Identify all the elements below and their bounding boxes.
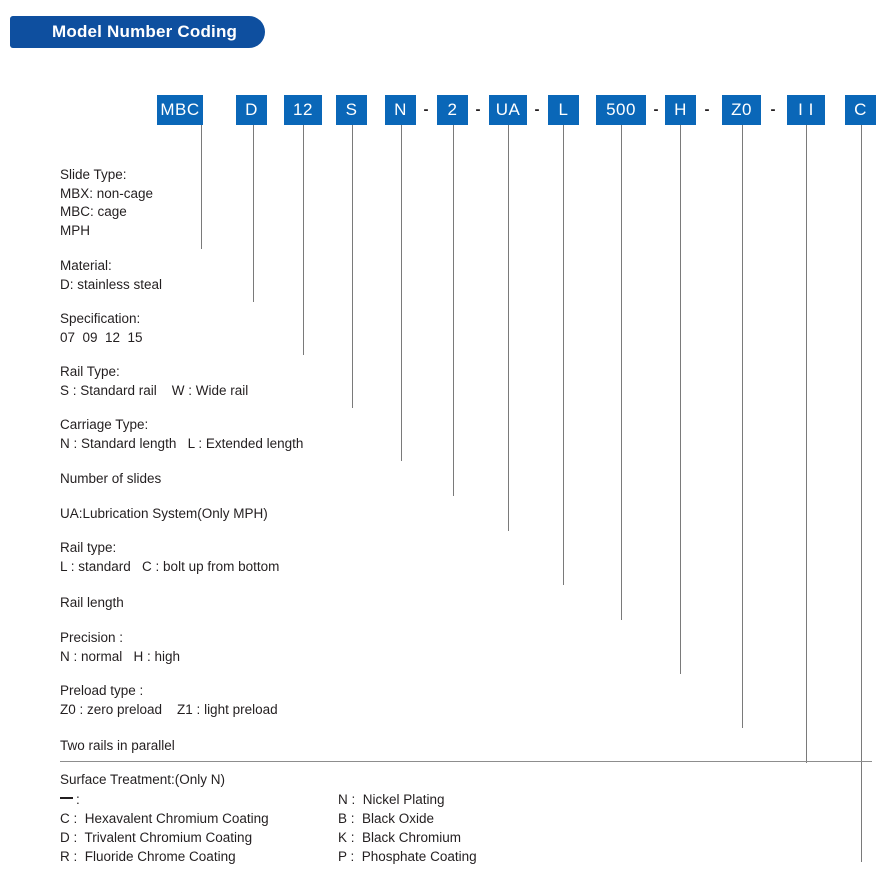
legend-line: Rail type: <box>60 539 279 558</box>
legend-line: S : Standard rail W : Wide rail <box>60 382 248 401</box>
code-box-d: D <box>236 95 267 125</box>
leader-line-slide-type <box>201 125 202 249</box>
page-title-badge: Model Number Coding <box>10 16 265 48</box>
legend-line: Rail Type: <box>60 363 248 382</box>
leader-line-rail-length <box>621 125 622 620</box>
legend-row-carriage-type: Carriage Type:N : Standard length L : Ex… <box>60 416 303 453</box>
code-separator-dash: - <box>471 95 485 125</box>
leader-line-rail-type <box>352 125 353 408</box>
surface-treatment-left-label: Fluoride Chrome Coating <box>85 849 236 864</box>
surface-treatment-table: :N : Nickel PlatingC : Hexavalent Chromi… <box>60 790 477 866</box>
leader-line-carriage-type <box>401 125 402 461</box>
code-box-n: N <box>385 95 416 125</box>
code-box-2: 2 <box>437 95 468 125</box>
surface-treatment-left-label: Hexavalent Chromium Coating <box>85 811 269 826</box>
code-separator-dash: - <box>419 95 433 125</box>
code-separator-dash: - <box>766 95 780 125</box>
code-separator-dash: - <box>649 95 663 125</box>
leader-line-surface-treatment <box>861 125 862 862</box>
legend-row-rail-type: Rail Type:S : Standard rail W : Wide rai… <box>60 363 248 400</box>
surface-treatment-left-sep: : <box>76 792 80 807</box>
legend-row-number-of-slides: Number of slides <box>60 470 161 489</box>
legend-line: MBC: cage <box>60 203 153 222</box>
leader-line-precision <box>680 125 681 674</box>
legend-line: Precision : <box>60 629 180 648</box>
legend-line: Preload type : <box>60 682 278 701</box>
surface-treatment-row: D : Trivalent Chromium CoatingK : Black … <box>60 828 477 847</box>
legend-line: N : Standard length L : Extended length <box>60 435 303 454</box>
legend-line: Number of slides <box>60 470 161 489</box>
surface-treatment-right: P : Phosphate Coating <box>338 847 477 866</box>
surface-treatment-left-code: D : <box>60 830 85 845</box>
surface-treatment-row: : N : Nickel Plating <box>60 790 477 809</box>
surface-treatment-left-label: Trivalent Chromium Coating <box>85 830 253 845</box>
surface-treatment-left: C : Hexavalent Chromium Coating <box>60 809 338 828</box>
code-box-mbc: MBC <box>157 95 203 125</box>
legend-line: MPH <box>60 222 153 241</box>
surface-treatment-left: : <box>60 790 338 809</box>
page-title: Model Number Coding <box>52 22 237 42</box>
code-box-500: 500 <box>596 95 646 125</box>
code-separator-dash: - <box>700 95 714 125</box>
surface-treatment-left-code: R : <box>60 849 85 864</box>
legend-line: Two rails in parallel <box>60 737 175 756</box>
code-box-l: L <box>548 95 579 125</box>
legend-row-preload-type: Preload type :Z0 : zero preload Z1 : lig… <box>60 682 278 719</box>
legend-row-material: Material:D: stainless steal <box>60 257 162 294</box>
surface-treatment-left: R : Fluoride Chrome Coating <box>60 847 338 866</box>
surface-treatment-row: C : Hexavalent Chromium CoatingB : Black… <box>60 809 477 828</box>
code-box-ua: UA <box>489 95 527 125</box>
leader-line-lubrication-system <box>508 125 509 531</box>
legend-line: D: stainless steal <box>60 276 162 295</box>
legend-row-lubrication-system: UA:Lubrication System(Only MPH) <box>60 505 268 524</box>
code-box-ii: I I <box>787 95 825 125</box>
code-separator-dash: - <box>530 95 544 125</box>
legend-line: MBX: non-cage <box>60 185 153 204</box>
code-box-h: H <box>665 95 696 125</box>
legend-row-rail-type-2: Rail type:L : standard C : bolt up from … <box>60 539 279 576</box>
surface-treatment-right: N : Nickel Plating <box>338 790 445 809</box>
legend-row-rail-length: Rail length <box>60 594 124 613</box>
legend-row-specification: Specification:07 09 12 15 <box>60 310 143 347</box>
code-box-s: S <box>336 95 367 125</box>
legend-line: 07 09 12 15 <box>60 329 143 348</box>
legend-line: Slide Type: <box>60 166 153 185</box>
legend-line: Carriage Type: <box>60 416 303 435</box>
legend-row-surface-treatment: Surface Treatment:(Only N): N : Nickel Pl… <box>60 771 477 866</box>
legend-line: Specification: <box>60 310 143 329</box>
model-number-coding-diagram: Model Number Coding MBCD12SN-2-UA-L500-H… <box>0 0 878 873</box>
legend-line: N : normal H : high <box>60 648 180 667</box>
legend-rule-surface-treatment-top <box>60 761 872 762</box>
legend-row-precision: Precision :N : normal H : high <box>60 629 180 666</box>
legend-line: Z0 : zero preload Z1 : light preload <box>60 701 278 720</box>
surface-treatment-heading: Surface Treatment:(Only N) <box>60 771 477 790</box>
leader-line-number-of-slides <box>453 125 454 496</box>
surface-treatment-right: K : Black Chromium <box>338 828 461 847</box>
leader-line-rail-type-2 <box>563 125 564 585</box>
surface-treatment-left-code: C : <box>60 811 85 826</box>
surface-treatment-right: B : Black Oxide <box>338 809 434 828</box>
legend-row-slide-type: Slide Type:MBX: non-cageMBC: cageMPH <box>60 166 153 240</box>
leader-line-material <box>253 125 254 302</box>
code-box-z0: Z0 <box>722 95 761 125</box>
leader-line-two-rails-in-parallel <box>806 125 807 763</box>
legend-row-two-rails-in-parallel: Two rails in parallel <box>60 737 175 756</box>
legend-line: L : standard C : bolt up from bottom <box>60 558 279 577</box>
legend-line: UA:Lubrication System(Only MPH) <box>60 505 268 524</box>
leader-line-specification <box>303 125 304 355</box>
surface-treatment-left: D : Trivalent Chromium Coating <box>60 828 338 847</box>
legend-line: Rail length <box>60 594 124 613</box>
em-dash-icon <box>60 797 73 799</box>
code-box-c: C <box>845 95 876 125</box>
code-box-12: 12 <box>284 95 322 125</box>
legend-line: Material: <box>60 257 162 276</box>
surface-treatment-row: R : Fluoride Chrome CoatingP : Phosphate… <box>60 847 477 866</box>
leader-line-preload-type <box>742 125 743 728</box>
